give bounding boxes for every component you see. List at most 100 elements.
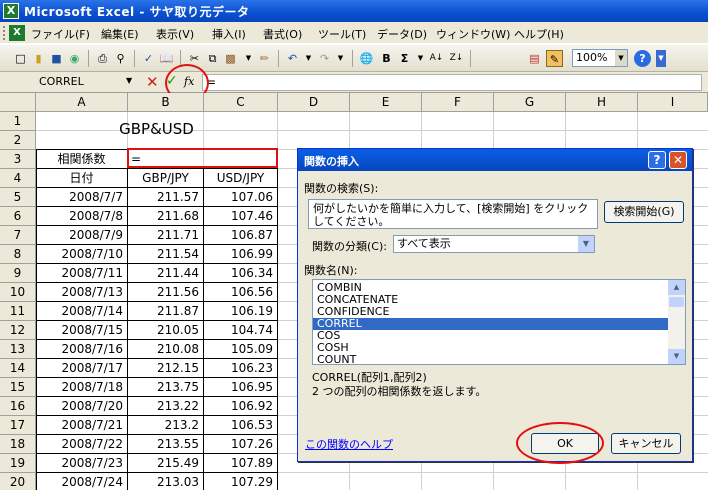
menu-tools[interactable]: ツール(T) [318, 26, 366, 42]
toolbar-options-icon[interactable]: ▼ [656, 50, 666, 67]
cancel-icon[interactable]: ✕ [146, 73, 159, 91]
category-select[interactable]: すべて表示 ▼ [393, 235, 595, 253]
gbp-cell[interactable]: 213.55 [128, 435, 203, 454]
row-header[interactable]: 19 [0, 454, 36, 473]
function-list-scrollbar[interactable]: ▲ ▼ [668, 280, 685, 364]
column-header[interactable]: F [422, 93, 494, 112]
menu-data[interactable]: データ(D) [377, 26, 427, 42]
redo-icon[interactable]: ↷ [316, 50, 333, 67]
usd-cell[interactable]: 107.46 [204, 207, 277, 226]
gbp-cell[interactable]: 213.03 [128, 473, 203, 490]
gbp-cell[interactable]: 210.08 [128, 340, 203, 359]
date-cell[interactable]: 2008/7/11 [36, 264, 127, 283]
paste-icon[interactable]: ▩ [222, 50, 239, 67]
function-list-item[interactable]: CONFIDENCE [313, 306, 669, 318]
row-header[interactable]: 12 [0, 321, 36, 340]
usd-cell[interactable]: 106.87 [204, 226, 277, 245]
autosum-dropdown-icon[interactable]: ▼ [412, 50, 429, 67]
document-icon[interactable]: X [9, 25, 25, 41]
date-cell[interactable]: 2008/7/10 [36, 245, 127, 264]
select-all-corner[interactable] [0, 93, 36, 112]
usd-cell[interactable]: 106.92 [204, 397, 277, 416]
row-header[interactable]: 16 [0, 397, 36, 416]
column-header[interactable]: E [350, 93, 422, 112]
usd-cell[interactable]: 107.26 [204, 435, 277, 454]
row-header[interactable]: 5 [0, 188, 36, 207]
usd-cell[interactable]: 106.95 [204, 378, 277, 397]
gbp-cell[interactable]: 213.2 [128, 416, 203, 435]
usd-cell[interactable]: 107.06 [204, 188, 277, 207]
function-search-input[interactable]: 何がしたいかを簡単に入力して、[検索開始] をクリックしてください。 [308, 199, 598, 229]
column-header[interactable]: I [638, 93, 708, 112]
row-header[interactable]: 13 [0, 340, 36, 359]
spelling-icon[interactable]: ✓ [140, 50, 157, 67]
sheet-title[interactable]: GBP&USD [36, 119, 277, 138]
gbp-cell[interactable]: 211.71 [128, 226, 203, 245]
menu-grip[interactable] [3, 26, 6, 40]
usd-cell[interactable]: 106.99 [204, 245, 277, 264]
row-header[interactable]: 3 [0, 150, 36, 169]
usd-cell[interactable]: 106.19 [204, 302, 277, 321]
column-header[interactable]: B [128, 93, 204, 112]
usd-cell[interactable]: 106.53 [204, 416, 277, 435]
row-header[interactable]: 7 [0, 226, 36, 245]
row-header[interactable]: 10 [0, 283, 36, 302]
dialog-close-button[interactable]: ✕ [669, 151, 687, 169]
menu-help[interactable]: ヘルプ(H) [514, 26, 564, 42]
menu-insert[interactable]: 挿入(I) [212, 26, 246, 42]
menu-file[interactable]: ファイル(F) [31, 26, 90, 42]
chart-wizard-icon[interactable]: ▤ [526, 50, 543, 67]
date-cell[interactable]: 2008/7/23 [36, 454, 127, 473]
date-cell[interactable]: 2008/7/16 [36, 340, 127, 359]
row-header[interactable]: 14 [0, 359, 36, 378]
function-list-item[interactable]: CORREL [313, 318, 669, 330]
help-icon[interactable]: ? [634, 50, 651, 67]
research-icon[interactable]: 📖 [158, 50, 175, 67]
gbp-cell[interactable]: 211.57 [128, 188, 203, 207]
function-list[interactable]: COMBIN CONCATENATE CONFIDENCE CORREL COS COSH… [312, 279, 686, 365]
search-start-button[interactable]: 検索開始(G) [604, 201, 684, 223]
gbp-cell[interactable]: 211.56 [128, 283, 203, 302]
gbp-cell[interactable]: 211.44 [128, 264, 203, 283]
row-header[interactable]: 11 [0, 302, 36, 321]
gbp-cell[interactable]: 211.54 [128, 245, 203, 264]
gbp-cell[interactable]: 215.49 [128, 454, 203, 473]
row-header[interactable]: 1 [0, 112, 36, 131]
row-header[interactable]: 9 [0, 264, 36, 283]
column-header[interactable]: D [278, 93, 350, 112]
menu-window[interactable]: ウィンドウ(W) [436, 26, 510, 42]
row-header[interactable]: 4 [0, 169, 36, 188]
gbp-cell[interactable]: 210.05 [128, 321, 203, 340]
drawing-icon[interactable]: ✎ [546, 50, 563, 67]
date-cell[interactable]: 2008/7/21 [36, 416, 127, 435]
usd-cell[interactable]: 105.09 [204, 340, 277, 359]
bold-button[interactable]: B [378, 50, 395, 67]
zoom-select[interactable]: 100% ▼ [572, 49, 628, 67]
date-cell[interactable]: 2008/7/9 [36, 226, 127, 245]
function-list-item[interactable]: COSH [313, 342, 669, 354]
gbp-cell[interactable]: 211.87 [128, 302, 203, 321]
paste-dropdown-icon[interactable]: ▼ [240, 50, 257, 67]
usd-cell[interactable]: 104.74 [204, 321, 277, 340]
row-header[interactable]: 2 [0, 131, 36, 150]
header-usd[interactable]: USD/JPY [204, 169, 277, 188]
scroll-down-icon[interactable]: ▼ [668, 349, 685, 364]
scroll-up-icon[interactable]: ▲ [668, 280, 685, 295]
hyperlink-icon[interactable]: 🌐 [358, 50, 375, 67]
date-cell[interactable]: 2008/7/15 [36, 321, 127, 340]
print-icon[interactable]: ⎙ [94, 50, 111, 67]
date-cell[interactable]: 2008/7/13 [36, 283, 127, 302]
date-cell[interactable]: 2008/7/22 [36, 435, 127, 454]
print-preview-icon[interactable]: ⚲ [112, 50, 129, 67]
copy-icon[interactable]: ⧉ [204, 50, 221, 67]
dialog-title-bar[interactable]: 関数の挿入 ? ✕ [298, 149, 692, 171]
scroll-thumb[interactable] [669, 297, 684, 307]
function-help-link[interactable]: この関数のヘルプ [305, 436, 393, 452]
chevron-down-icon[interactable]: ▼ [578, 236, 594, 252]
sort-descending-icon[interactable]: Z↓ [448, 50, 465, 67]
gbp-cell[interactable]: 211.68 [128, 207, 203, 226]
column-header[interactable]: H [566, 93, 638, 112]
cancel-button[interactable]: キャンセル [611, 433, 681, 454]
header-date[interactable]: 日付 [36, 169, 127, 188]
function-list-item[interactable]: COUNT [313, 354, 669, 365]
